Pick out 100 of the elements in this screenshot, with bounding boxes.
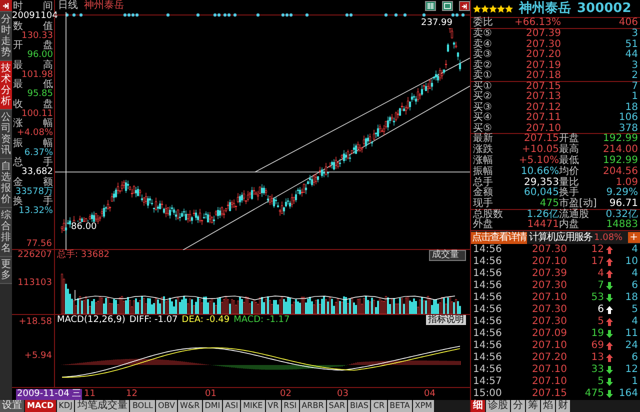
stock-name: 神州泰岳	[84, 0, 124, 12]
stat-value: 207.15	[523, 134, 559, 144]
side-tab[interactable]: 更多	[0, 257, 12, 284]
info-value: 6.37%	[23, 148, 54, 158]
side-tab[interactable]: 分时走势	[0, 12, 12, 61]
stat-label: 均价	[559, 166, 580, 177]
order-price: 207.20	[525, 50, 561, 60]
order-ratio-volume: 406	[618, 18, 638, 28]
low-price-label: 86.00	[71, 222, 97, 232]
stat-label: 涨跌	[473, 145, 494, 156]
stat-value: 192.99	[603, 134, 638, 144]
stat-label: 量比	[559, 178, 580, 188]
indicator-tab[interactable]: MIKE	[241, 400, 265, 412]
side-tab[interactable]: 自选报价	[0, 159, 12, 208]
trade-time: 14:56	[473, 293, 503, 304]
indicator-tab[interactable]: XPM	[412, 400, 434, 412]
order-price: 207.18	[525, 71, 561, 81]
trade-price: 207.10	[531, 376, 567, 387]
trade-volume: 53	[591, 293, 604, 304]
info-value: 130.33	[22, 32, 54, 40]
stat-value: 60,045	[523, 188, 559, 198]
period-label: 日线	[58, 0, 78, 12]
stat-value: 14471	[526, 220, 559, 230]
indicator-tab[interactable]: OBV	[156, 400, 178, 412]
indicator-tab[interactable]: ASI	[223, 400, 240, 412]
order-price: 207.15	[525, 82, 561, 92]
macd-axis-label: +5.94	[23, 351, 53, 361]
month-axis-label: 01	[205, 388, 217, 400]
trade-count: 5	[630, 305, 638, 316]
info-label: 最高	[12, 60, 54, 70]
stat-label: 总股数	[473, 210, 503, 220]
side-tab[interactable]: 综合排名	[0, 208, 12, 257]
indicator-tab[interactable]: SAR	[326, 400, 348, 412]
view-details-button[interactable]: 点击查看详情	[471, 232, 527, 244]
trade-count: 6	[630, 281, 638, 292]
indicator-tab[interactable]: MACD	[25, 400, 56, 412]
stat-label: 最低	[559, 156, 580, 166]
stat-label: 换手	[559, 188, 579, 198]
side-tab[interactable]: 公司资讯	[0, 110, 12, 159]
stat-label: 市盈[动]	[559, 198, 598, 209]
info-value: 101.98	[22, 70, 54, 80]
macd-value: DEA: -0.49	[182, 314, 230, 326]
quote-tab[interactable]: 细	[471, 400, 485, 412]
info-value: 33578万	[15, 188, 54, 196]
indicator-tab[interactable]: DMI	[202, 400, 222, 412]
trade-price: 207.30	[531, 281, 567, 292]
trade-price: 207.20	[531, 353, 567, 364]
indicator-tab[interactable]: BOLL	[130, 400, 155, 412]
side-tab[interactable]: 技术分析	[0, 61, 12, 110]
high-price-label: 237.99	[421, 18, 452, 28]
info-label: 总手	[12, 158, 54, 168]
trade-time: 14:56	[473, 329, 503, 340]
indicator-tab[interactable]: BETA	[388, 400, 412, 412]
stat-value: 96.71	[608, 198, 638, 209]
indicator-tab[interactable]: ARBR	[300, 400, 326, 412]
order-level-label: 卖②	[473, 60, 493, 71]
trade-volume: 17	[591, 257, 604, 268]
stat-value: 214.00	[603, 145, 638, 156]
quote-tab[interactable]: 分	[511, 400, 525, 412]
trade-time: 15:00	[473, 388, 503, 399]
quote-tab[interactable]: 焰	[541, 400, 555, 412]
indicator-tab[interactable]: KDJ	[56, 400, 74, 412]
info-value: 33,682	[20, 168, 54, 177]
info-value: 96.00	[26, 51, 54, 60]
info-label: 开盘	[12, 41, 54, 51]
trade-time: 14:56	[473, 245, 503, 256]
stat-label: 最新	[473, 134, 494, 144]
indicator-tab[interactable]: CR	[371, 400, 387, 412]
order-volume: 44	[624, 50, 638, 60]
stat-label: 开盘	[559, 134, 580, 144]
order-level-label: 买③	[473, 102, 493, 113]
order-level-label: 卖①	[473, 71, 493, 81]
quote-tab[interactable]: 财	[556, 400, 570, 412]
settings-button[interactable]: 设置	[0, 400, 24, 412]
trade-time: 14:56	[473, 257, 503, 268]
trade-price: 207.10	[531, 257, 567, 268]
order-volume: 106	[618, 113, 638, 124]
indicator-help-button[interactable]: 指标说明	[426, 315, 466, 325]
indicator-tab[interactable]: VR	[266, 400, 281, 412]
trade-count: 12	[624, 365, 638, 375]
indicator-tab[interactable]: RSI	[282, 400, 299, 412]
indicator-tab[interactable]: BIAS	[348, 400, 370, 412]
trade-volume: 5	[598, 376, 604, 387]
stat-label: 最高	[559, 145, 580, 156]
info-value: 95.85	[26, 90, 54, 99]
quote-tab[interactable]: 筹	[526, 400, 540, 412]
trade-price: 207.30	[531, 305, 567, 316]
price-axis-label: 77.56	[25, 239, 53, 249]
order-volume: 378	[618, 124, 638, 134]
add-button[interactable]: +	[628, 232, 640, 244]
stat-value: 475	[538, 198, 559, 209]
industry-name: 计算机应用服务	[529, 232, 592, 243]
info-label: 涨幅	[12, 119, 54, 129]
trade-volume: 475	[584, 388, 604, 399]
industry-change: 1.08%	[594, 232, 623, 243]
trade-price: 207.09	[531, 329, 567, 340]
trade-volume: 5	[598, 317, 604, 328]
quote-tab[interactable]: 诊股	[486, 400, 510, 412]
indicator-tab[interactable]: W&R	[178, 400, 202, 412]
indicator-dropdown[interactable]: 成交量	[429, 250, 466, 260]
